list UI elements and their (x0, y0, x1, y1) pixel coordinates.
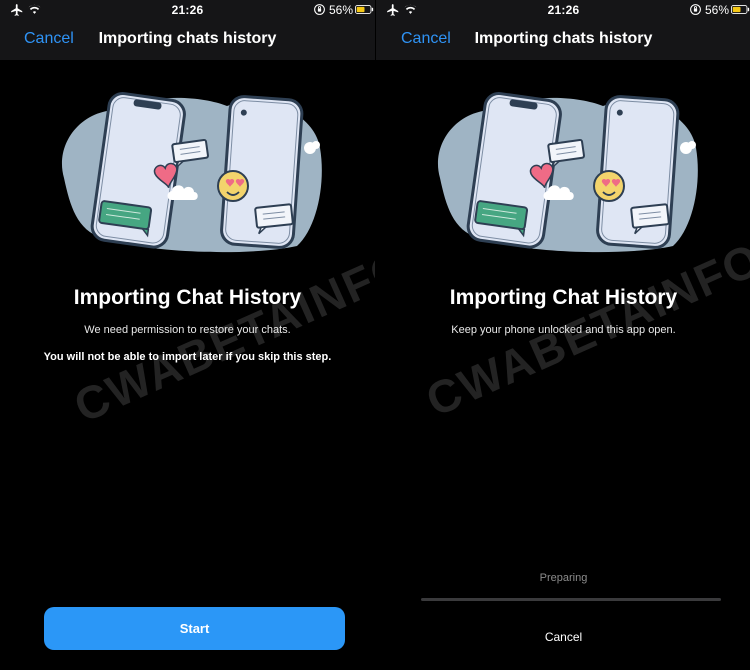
battery-percent: 56% (705, 3, 730, 17)
orientation-lock-icon (314, 4, 325, 15)
cancel-import-button[interactable]: Cancel (376, 630, 750, 644)
preparing-label: Preparing (539, 572, 588, 584)
battery-percent: 56% (329, 3, 354, 17)
battery-icon (731, 5, 750, 14)
navigation-bar: Cancel Importing chats history (376, 20, 750, 60)
screen-permission: 21:26 56% Cancel Importing chats history (0, 0, 375, 670)
page-heading: Importing Chat History (449, 286, 678, 309)
navigation-bar: Cancel Importing chats history (0, 20, 375, 60)
battery-icon (355, 5, 374, 14)
page-heading: Importing Chat History (73, 286, 302, 309)
keep-unlocked-description: Keep your phone unlocked and this app op… (451, 324, 676, 336)
screen-preparing: 21:26 56% Cancel Importing chats history (376, 0, 750, 670)
import-illustration (61, 92, 322, 253)
start-button[interactable]: Start (44, 607, 345, 650)
progress-bar (421, 598, 721, 601)
permission-description: We need permission to restore your chats… (84, 324, 291, 336)
status-bar: 21:26 56% (376, 0, 750, 20)
skip-warning: You will not be able to import later if … (43, 351, 332, 363)
orientation-lock-icon (690, 4, 701, 15)
status-bar: 21:26 56% (0, 0, 375, 20)
import-illustration (437, 92, 698, 253)
nav-title: Importing chats history (474, 30, 653, 47)
nav-title: Importing chats history (98, 30, 277, 47)
